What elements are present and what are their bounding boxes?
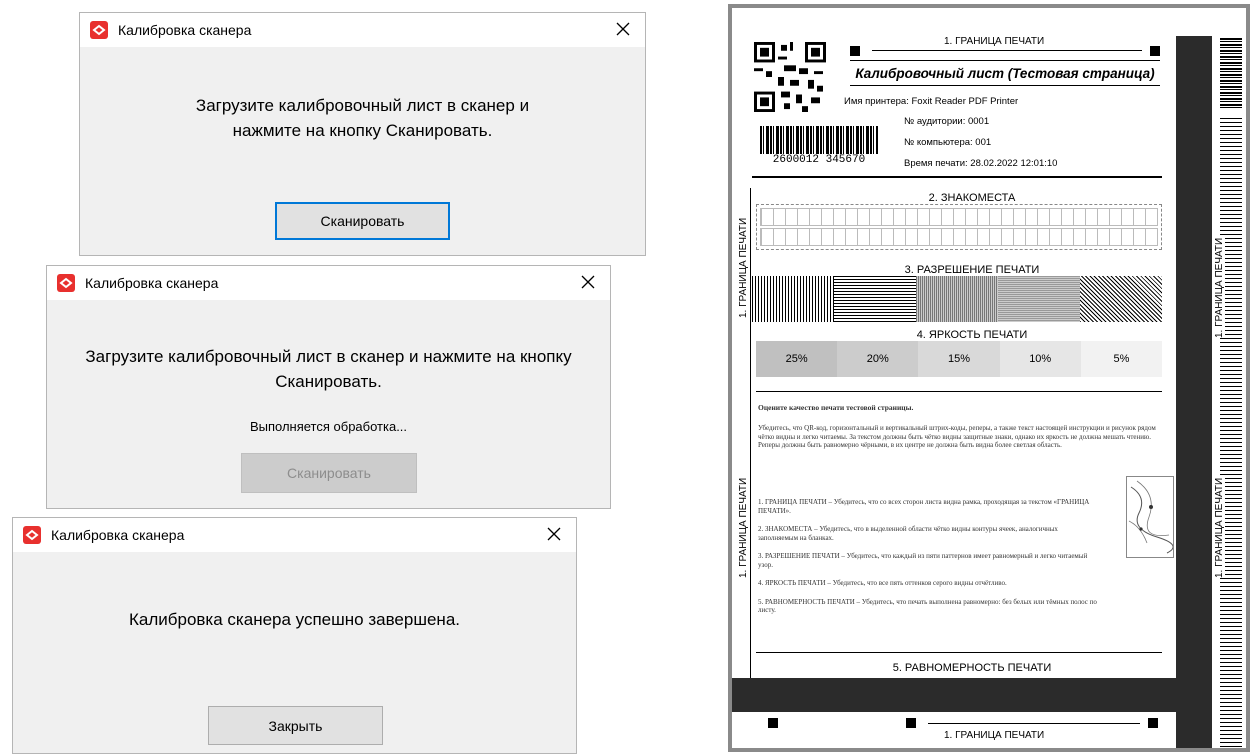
brightness-row: 25% 20% 15% 10% 5% xyxy=(756,341,1163,377)
bottom-separator xyxy=(756,652,1162,653)
instructions-list: 1. ГРАНИЦА ПЕЧАТИ – Убедитесь, что со вс… xyxy=(758,498,1098,615)
title-bar: Калибровка сканера xyxy=(47,266,610,300)
section-title-cells: 2. ЗНАКОМЕСТА xyxy=(928,192,1016,204)
right-vertical-barcode-strip xyxy=(1220,118,1242,748)
dialog-message: Загрузите калибровочный лист в сканер и … xyxy=(195,96,530,140)
sheet-title: Калибровочный лист (Тестовая страница) xyxy=(855,66,1155,81)
dialog-title: Калибровка сканера xyxy=(51,527,185,543)
instruction-item: 3. РАЗРЕШЕНИЕ ПЕЧАТИ – Убедитесь, что ка… xyxy=(758,552,1088,569)
sheet-title-underline xyxy=(850,85,1160,86)
title-bar: Калибровка сканера xyxy=(13,518,576,552)
title-bar: Калибровка сканера xyxy=(80,13,645,47)
border-label-left: 1. ГРАНИЦА ПЕЧАТИ xyxy=(738,217,749,318)
scan-button-disabled: Сканировать xyxy=(241,453,417,493)
print-time: Время печати: 28.02.2022 12:01:10 xyxy=(904,158,1058,169)
app-logo-icon xyxy=(57,274,75,292)
calibration-dialog-initial: Калибровка сканера Загрузите калибровочн… xyxy=(79,12,646,256)
header-separator xyxy=(752,176,1162,178)
instructions-heading: Оцените качество печати тестовой страниц… xyxy=(758,403,914,412)
instructions-separator xyxy=(756,391,1162,392)
dialog-title: Калибровка сканера xyxy=(85,275,219,291)
brightness-swatch: 20% xyxy=(837,341,919,377)
section-title-uniformity: 5. РАВНОМЕРНОСТЬ ПЕЧАТИ xyxy=(832,662,1112,674)
close-icon[interactable] xyxy=(611,17,635,41)
close-icon[interactable] xyxy=(542,522,566,546)
scan-button[interactable]: Сканировать xyxy=(275,202,450,240)
marker-square xyxy=(850,46,860,56)
close-button[interactable]: Закрыть xyxy=(208,706,383,745)
instruction-item: 1. ГРАНИЦА ПЕЧАТИ – Убедитесь, что со вс… xyxy=(758,498,1090,515)
uniformity-band xyxy=(732,678,1176,712)
computer-number: № компьютера: 001 xyxy=(904,137,992,148)
right-uniformity-band xyxy=(1176,36,1212,748)
border-label-right: 1. ГРАНИЦА ПЕЧАТИ xyxy=(1214,477,1225,578)
horizontal-barcode xyxy=(760,126,878,156)
character-cells xyxy=(756,204,1162,250)
border-label-left: 1. ГРАНИЦА ПЕЧАТИ xyxy=(738,477,749,578)
instruction-item: 5. РАВНОМЕРНОСТЬ ПЕЧАТИ – Убедитесь, что… xyxy=(758,597,1097,615)
resolution-patterns xyxy=(752,276,1162,322)
brightness-swatch: 10% xyxy=(999,341,1081,377)
instruction-item: 4. ЯРКОСТЬ ПЕЧАТИ – Убедитесь, что все п… xyxy=(758,579,1007,587)
brightness-swatch: 25% xyxy=(756,341,838,377)
instruction-item: 2. ЗНАКОМЕСТА – Убедитесь, что в выделен… xyxy=(758,525,1058,542)
processing-status: Выполняется обработка... xyxy=(249,419,408,434)
close-icon[interactable] xyxy=(576,270,600,294)
section-title-resolution: 3. РАЗРЕШЕНИЕ ПЕЧАТИ xyxy=(904,264,1040,276)
app-logo-icon xyxy=(23,526,41,544)
vertical-barcode xyxy=(1220,38,1242,110)
sheet-title-underline-top xyxy=(850,60,1160,61)
brightness-swatch: 5% xyxy=(1080,341,1163,377)
room-number: № аудитории: 0001 xyxy=(904,116,990,127)
left-border-line xyxy=(750,188,751,708)
border-label-bottom: 1. ГРАНИЦА ПЕЧАТИ xyxy=(944,730,1045,741)
marker-square xyxy=(1148,718,1158,728)
border-line xyxy=(928,723,1140,724)
dialog-title: Калибровка сканера xyxy=(118,22,252,38)
app-logo-icon xyxy=(90,21,108,39)
marker-square xyxy=(906,718,916,728)
marker-square xyxy=(768,718,778,728)
map-illustration xyxy=(1126,476,1174,558)
brightness-swatch: 15% xyxy=(918,341,1000,377)
calibration-sheet-preview: 1. ГРАНИЦА ПЕЧАТИ Калибровочный лист (Те… xyxy=(728,4,1250,752)
qr-code xyxy=(754,42,826,112)
marker-square xyxy=(1150,46,1160,56)
section-title-brightness: 4. ЯРКОСТЬ ПЕЧАТИ xyxy=(916,329,1028,341)
printer-name: Имя принтера: Foxit Reader PDF Printer xyxy=(844,96,1019,107)
instructions-intro: Убедитесь, что QR-код, горизонтальный и … xyxy=(758,424,1156,449)
calibration-dialog-processing: Калибровка сканера Загрузите калибровочн… xyxy=(46,265,611,509)
dialog-message: Калибровка сканера успешно завершена. xyxy=(128,610,460,629)
calibration-dialog-complete: Калибровка сканера Калибровка сканера ус… xyxy=(12,517,577,754)
border-label-right: 1. ГРАНИЦА ПЕЧАТИ xyxy=(1214,237,1225,338)
dialog-message: Загрузите калибровочный лист в сканер и … xyxy=(85,347,572,391)
border-line xyxy=(872,50,1142,51)
barcode-number: 2600012 345670 xyxy=(756,154,882,166)
border-label-top: 1. ГРАНИЦА ПЕЧАТИ xyxy=(944,36,1045,47)
